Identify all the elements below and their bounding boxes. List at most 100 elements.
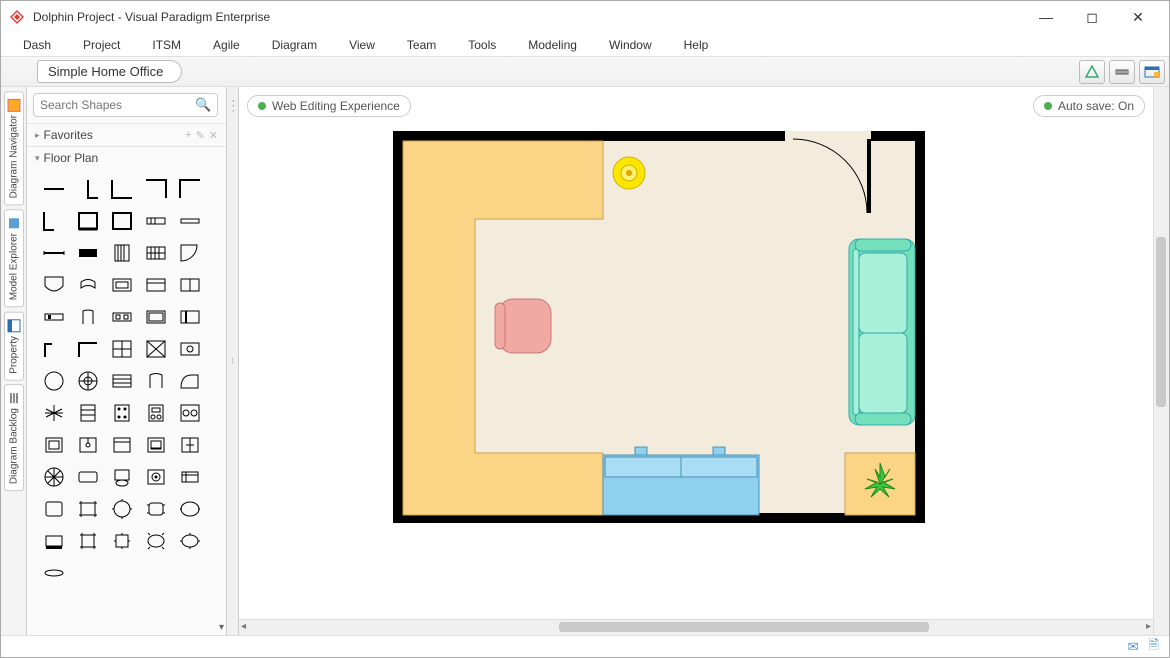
shape-item-49[interactable] <box>175 463 205 491</box>
shape-item-0[interactable] <box>39 175 69 203</box>
search-input[interactable] <box>40 98 195 112</box>
side-tab-diagram-backlog[interactable]: Diagram Backlog <box>4 384 24 491</box>
shape-item-47[interactable] <box>107 463 137 491</box>
share-button[interactable] <box>1079 60 1105 84</box>
shape-item-5[interactable] <box>39 207 69 235</box>
menu-project[interactable]: Project <box>67 34 136 56</box>
shape-item-26[interactable] <box>73 335 103 363</box>
shape-item-18[interactable] <box>141 271 171 299</box>
remove-icon[interactable]: ✕ <box>209 129 218 142</box>
shape-item-20[interactable] <box>39 303 69 331</box>
scroll-left-icon[interactable]: ◂ <box>241 621 246 632</box>
menu-diagram[interactable]: Diagram <box>256 34 333 56</box>
shape-item-6[interactable] <box>73 207 103 235</box>
shape-item-50[interactable] <box>39 495 69 523</box>
shape-search-box[interactable]: 🔍 <box>33 93 218 117</box>
shape-item-24[interactable] <box>175 303 205 331</box>
shape-item-39[interactable] <box>175 399 205 427</box>
shape-item-10[interactable] <box>39 239 69 267</box>
panels-button[interactable] <box>1139 60 1165 84</box>
side-tab-model-explorer[interactable]: Model Explorer <box>4 209 24 307</box>
shape-item-17[interactable] <box>107 271 137 299</box>
horizontal-scrollbar[interactable]: ◂ ▸ <box>239 619 1153 635</box>
shape-item-56[interactable] <box>73 527 103 555</box>
shape-item-54[interactable] <box>175 495 205 523</box>
shape-item-2[interactable] <box>107 175 137 203</box>
shape-item-29[interactable] <box>175 335 205 363</box>
menu-tools[interactable]: Tools <box>452 34 512 56</box>
floorplan-diagram[interactable] <box>389 127 929 527</box>
mail-icon[interactable]: ✉ <box>1128 639 1139 655</box>
web-editing-badge[interactable]: Web Editing Experience <box>247 95 411 117</box>
menu-view[interactable]: View <box>333 34 391 56</box>
shape-item-19[interactable] <box>175 271 205 299</box>
breadcrumb-tab[interactable]: Simple Home Office <box>37 60 182 83</box>
side-tab-diagram-navigator[interactable]: Diagram Navigator <box>4 91 24 205</box>
shape-item-4[interactable] <box>175 175 205 203</box>
shape-item-25[interactable] <box>39 335 69 363</box>
menu-team[interactable]: Team <box>391 34 452 56</box>
shape-item-55[interactable] <box>39 527 69 555</box>
canvas-body[interactable]: Web Editing Experience Auto save: On <box>239 87 1153 619</box>
menu-agile[interactable]: Agile <box>197 34 256 56</box>
shape-item-23[interactable] <box>141 303 171 331</box>
scroll-down-icon[interactable]: ▾ <box>219 622 224 633</box>
shape-item-33[interactable] <box>141 367 171 395</box>
add-icon[interactable]: + <box>185 129 191 141</box>
lamp-shape[interactable] <box>613 157 645 189</box>
shape-item-38[interactable] <box>141 399 171 427</box>
edit-icon[interactable]: ✎ <box>196 129 205 142</box>
rug-shape[interactable] <box>845 453 915 515</box>
shape-item-9[interactable] <box>175 207 205 235</box>
shape-item-45[interactable] <box>39 463 69 491</box>
shape-item-7[interactable] <box>107 207 137 235</box>
shape-item-27[interactable] <box>107 335 137 363</box>
shape-item-59[interactable] <box>175 527 205 555</box>
menu-itsm[interactable]: ITSM <box>136 34 197 56</box>
shape-item-22[interactable] <box>107 303 137 331</box>
shape-item-36[interactable] <box>73 399 103 427</box>
doc-icon[interactable]: 🗎 <box>1149 636 1159 658</box>
shape-item-43[interactable] <box>141 431 171 459</box>
splitter[interactable]: ⁞ <box>227 87 239 635</box>
scroll-right-icon[interactable]: ▸ <box>1146 621 1151 632</box>
measure-button[interactable] <box>1109 60 1135 84</box>
shape-item-40[interactable] <box>39 431 69 459</box>
vscroll-thumb[interactable] <box>1156 237 1166 407</box>
shape-item-35[interactable] <box>39 399 69 427</box>
shape-item-32[interactable] <box>107 367 137 395</box>
shape-item-28[interactable] <box>141 335 171 363</box>
shape-item-53[interactable] <box>141 495 171 523</box>
vertical-scrollbar[interactable] <box>1153 87 1169 635</box>
shape-item-42[interactable] <box>107 431 137 459</box>
floorplan-section[interactable]: ▾ Floor Plan <box>27 146 226 169</box>
chair-shape[interactable] <box>495 299 551 353</box>
shape-item-52[interactable] <box>107 495 137 523</box>
sofa-shape[interactable] <box>849 239 915 425</box>
menu-modeling[interactable]: Modeling <box>512 34 593 56</box>
cabinet-shape[interactable] <box>603 447 759 515</box>
shape-item-11[interactable] <box>73 239 103 267</box>
shape-item-37[interactable] <box>107 399 137 427</box>
shape-item-21[interactable] <box>73 303 103 331</box>
shape-item-60[interactable] <box>39 559 69 587</box>
close-button[interactable]: ✕ <box>1115 1 1161 33</box>
shape-item-48[interactable] <box>141 463 171 491</box>
side-tab-property[interactable]: Property <box>4 312 24 381</box>
hscroll-thumb[interactable] <box>559 622 929 632</box>
shape-item-44[interactable] <box>175 431 205 459</box>
autosave-badge[interactable]: Auto save: On <box>1033 95 1145 117</box>
shape-item-58[interactable] <box>141 527 171 555</box>
menu-window[interactable]: Window <box>593 34 668 56</box>
shape-item-46[interactable] <box>73 463 103 491</box>
shape-item-16[interactable] <box>73 271 103 299</box>
shape-item-3[interactable] <box>141 175 171 203</box>
shape-item-57[interactable] <box>107 527 137 555</box>
menu-dash[interactable]: Dash <box>7 34 67 56</box>
shape-item-41[interactable] <box>73 431 103 459</box>
shape-item-51[interactable] <box>73 495 103 523</box>
shape-item-12[interactable] <box>107 239 137 267</box>
shape-item-34[interactable] <box>175 367 205 395</box>
shape-item-13[interactable] <box>141 239 171 267</box>
shape-item-14[interactable] <box>175 239 205 267</box>
